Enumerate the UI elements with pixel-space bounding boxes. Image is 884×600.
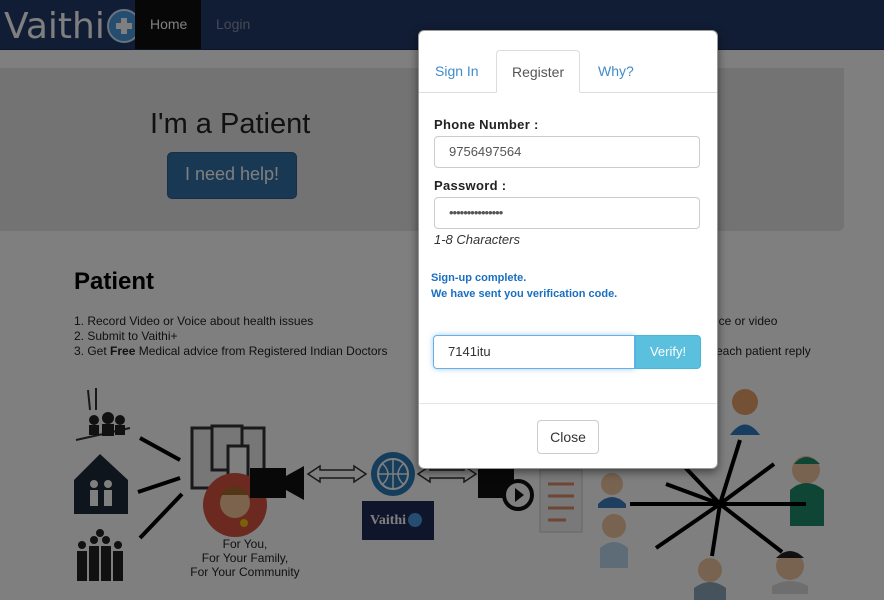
register-modal: Sign In Register Why? Phone Number : 975…	[418, 30, 718, 469]
verify-group: 7141itu Verify!	[433, 335, 701, 369]
password-input[interactable]: •••••••••••••••	[434, 197, 700, 229]
password-hint: 1-8 Characters	[434, 232, 520, 247]
tab-register[interactable]: Register	[496, 50, 581, 93]
tab-sign-in[interactable]: Sign In	[420, 50, 494, 91]
verification-code-input[interactable]: 7141itu	[433, 335, 635, 369]
modal-footer: Close	[419, 403, 717, 469]
verify-button[interactable]: Verify!	[635, 335, 701, 369]
notice-line-1: Sign-up complete.	[431, 272, 527, 284]
phone-input[interactable]: 9756497564	[434, 136, 700, 168]
page: Vaithi Home Login I'm a Patient I need h…	[0, 0, 884, 600]
close-button[interactable]: Close	[537, 420, 599, 454]
tab-why[interactable]: Why?	[583, 50, 649, 91]
modal-tabs: Sign In Register Why?	[419, 50, 717, 93]
password-label: Password :	[434, 178, 507, 193]
notice-line-2: We have sent you verification code.	[431, 288, 618, 300]
phone-label: Phone Number :	[434, 117, 539, 132]
signup-notice: Sign-up complete. We have sent you verif…	[431, 270, 617, 302]
